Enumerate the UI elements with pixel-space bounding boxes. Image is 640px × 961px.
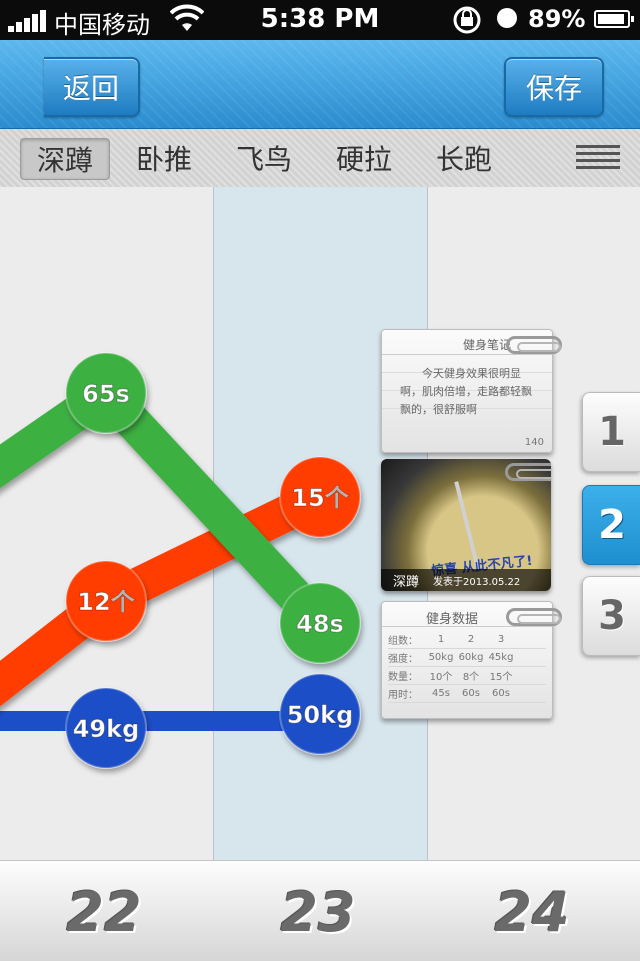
photo-caption-date: 发表于2013.05.22: [433, 576, 521, 588]
tab-label: 卧推: [135, 143, 192, 176]
table-row: 数量： 10个 8个 15个: [388, 667, 546, 685]
table-row: 组数： 1 2 3: [388, 631, 546, 649]
page-tab-label: 2: [598, 502, 626, 548]
photo-caption-bar: 深蹲 发表于2013.05.22: [381, 569, 551, 591]
cell: 60kg: [458, 652, 484, 663]
cell: 15个: [489, 672, 513, 683]
data-label: 15个: [291, 484, 349, 512]
note-card-body: 今天健身效果很明显啊，肌肉倍增，走路都轻飘飘的，很舒服啊: [382, 355, 552, 419]
series-line: [0, 696, 338, 746]
data-label: 48s: [296, 610, 344, 638]
alarm-icon: [497, 8, 517, 28]
date-23[interactable]: 23: [258, 881, 378, 944]
data-label: 65s: [82, 380, 130, 408]
cell: 10个: [429, 672, 453, 683]
rotation-lock-icon: [453, 6, 481, 34]
status-bar: 中国移动 5:38 PM 89%: [0, 0, 640, 40]
tab-long-run[interactable]: 长跑: [420, 138, 508, 178]
photo-card[interactable]: 惊喜 从此不凡了! 深蹲 发表于2013.05.22: [381, 459, 551, 591]
tab-label: 深蹲: [36, 144, 93, 177]
date-22[interactable]: 22: [44, 881, 164, 944]
battery-icon: [594, 10, 634, 28]
menu-icon[interactable]: [576, 145, 620, 171]
tab-label: 长跑: [435, 143, 492, 176]
data-label: 12个: [77, 588, 135, 616]
cell: 2: [467, 634, 475, 645]
back-button-label: 返回: [62, 72, 119, 105]
photo-caption-title: 深蹲: [393, 574, 420, 590]
row-key: 强度：: [388, 654, 418, 665]
save-button[interactable]: 保存: [504, 57, 604, 117]
page-tab-3[interactable]: 3: [582, 576, 640, 656]
data-card[interactable]: 健身数据 组数： 1 2 3 强度： 50kg 60kg 45kg 数量： 10个 8个 15个 …: [381, 601, 562, 719]
cell: 45kg: [488, 652, 514, 663]
back-button[interactable]: 返回: [44, 57, 140, 117]
cell: 60s: [462, 688, 480, 699]
row-key: 组数：: [388, 636, 418, 647]
date-24[interactable]: 24: [472, 881, 592, 944]
tab-label: 飞鸟: [235, 143, 292, 176]
note-char-count: 140: [524, 437, 544, 448]
save-button-label: 保存: [525, 72, 582, 105]
table-row: 强度： 50kg 60kg 45kg: [388, 649, 546, 667]
tab-deadlift[interactable]: 硬拉: [320, 138, 408, 178]
page-tab-1[interactable]: 1: [582, 392, 640, 472]
data-table: 组数： 1 2 3 强度： 50kg 60kg 45kg 数量： 10个 8个 15个 用时： 45…: [388, 631, 546, 703]
cell: 1: [437, 634, 445, 645]
page-tab-label: 3: [598, 593, 626, 639]
tab-squat[interactable]: 深蹲: [20, 138, 110, 180]
data-label: 49kg: [73, 715, 140, 743]
tab-fly[interactable]: 飞鸟: [220, 138, 308, 178]
cell: 60s: [492, 688, 510, 699]
tab-label: 硬拉: [335, 143, 392, 176]
note-card[interactable]: 健身笔记 今天健身效果很明显啊，肌肉倍增，走路都轻飘飘的，很舒服啊 140: [381, 329, 562, 453]
paperclip-icon: [506, 336, 562, 354]
page-tab-2[interactable]: 2: [582, 485, 640, 565]
date-bar: 22 23 24: [0, 860, 640, 961]
cell: 45s: [432, 688, 450, 699]
nav-bar: 返回 保存: [0, 40, 640, 129]
cell: 8个: [462, 672, 480, 683]
cell: 50kg: [428, 652, 454, 663]
row-key: 用时：: [388, 690, 418, 701]
series-line: [0, 479, 338, 707]
tab-bench-press[interactable]: 卧推: [120, 138, 208, 178]
cell: 3: [497, 634, 505, 645]
battery-percent: 89%: [528, 5, 586, 33]
exercise-tab-bar: 深蹲 卧推 飞鸟 硬拉 长跑: [0, 129, 640, 188]
paperclip-icon: [506, 608, 562, 626]
page-tab-label: 1: [598, 409, 626, 455]
paperclip-icon: [505, 463, 551, 481]
data-label: 50kg: [287, 701, 354, 729]
table-row: 用时： 45s 60s 60s: [388, 685, 546, 703]
row-key: 数量：: [388, 672, 418, 683]
